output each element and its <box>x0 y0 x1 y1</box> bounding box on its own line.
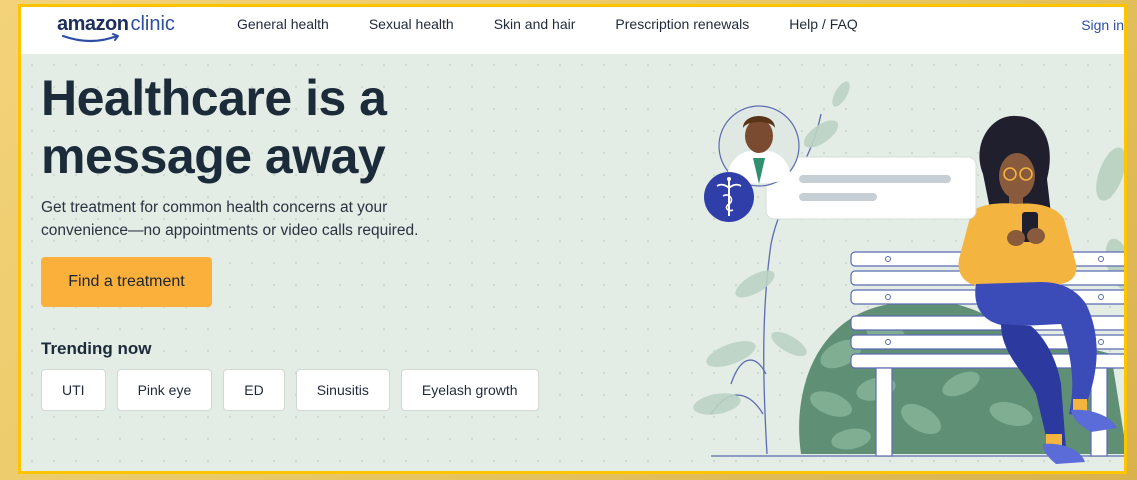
trending-chip-eyelash-growth[interactable]: Eyelash growth <box>400 369 539 411</box>
trending-chip-ed[interactable]: ED <box>223 369 285 411</box>
nav-links: General health Sexual health Skin and ha… <box>237 7 898 41</box>
nav-skin-and-hair[interactable]: Skin and hair <box>494 16 576 32</box>
trending-chip-pink-eye[interactable]: Pink eye <box>116 369 213 411</box>
trending-title: Trending now <box>41 339 152 358</box>
nav-prescription-renewals[interactable]: Prescription renewals <box>615 16 749 32</box>
hero-subtext: Get treatment for common health concerns… <box>41 199 419 239</box>
amazon-smile-icon <box>61 33 119 43</box>
message-bubble-illustration <box>765 156 977 220</box>
sign-in-link[interactable]: Sign in <box>1081 17 1124 33</box>
nav-sexual-health[interactable]: Sexual health <box>369 16 454 32</box>
amazon-clinic-logo[interactable]: amazon clinic <box>57 13 175 47</box>
find-treatment-button[interactable]: Find a treatment <box>41 257 212 307</box>
nav-help-faq[interactable]: Help / FAQ <box>789 16 857 32</box>
browser-frame: amazon clinic General health Sexual heal… <box>18 4 1127 474</box>
trending-chip-uti[interactable]: UTI <box>41 369 106 411</box>
logo-clinic-text: clinic <box>130 13 175 35</box>
nav-general-health[interactable]: General health <box>237 16 329 32</box>
trending-chips: UTI Pink eye ED Sinusitis Eyelash growth <box>41 369 550 411</box>
hero-headline: Healthcare is a message away <box>41 70 387 184</box>
caduceus-icon <box>704 172 754 222</box>
logo-amazon-text: amazon <box>57 13 129 35</box>
patient-on-bench-illustration <box>693 81 1124 464</box>
top-navigation: amazon clinic General health Sexual heal… <box>21 7 1124 54</box>
trending-chip-sinusitis[interactable]: Sinusitis <box>295 369 390 411</box>
